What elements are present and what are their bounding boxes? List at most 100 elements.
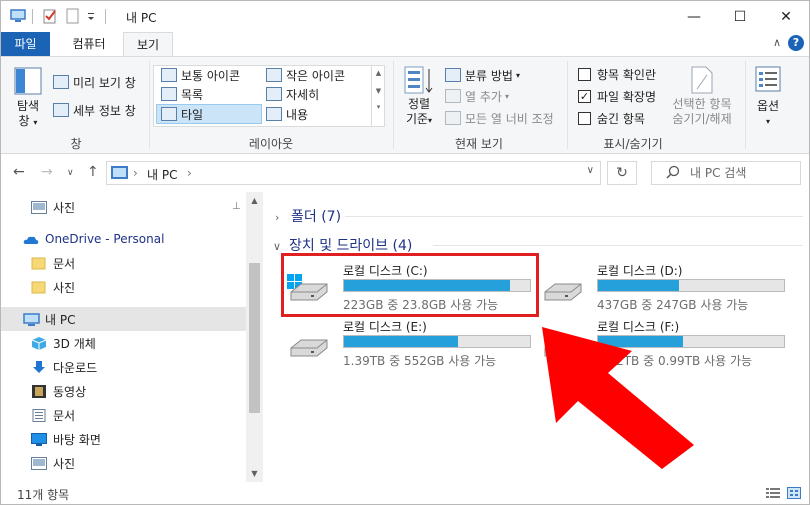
add-columns-icon (445, 89, 461, 103)
layout-details[interactable]: 자세히 (266, 85, 319, 103)
scroll-up-arrow[interactable]: ▲ (246, 196, 263, 205)
details-pane-button[interactable]: 세부 정보 창 (53, 101, 136, 119)
drive-usage-fill (344, 336, 458, 347)
nav-item-label: 사진 (53, 280, 76, 295)
group-by-button[interactable]: 분류 방법 ▾ (445, 66, 520, 84)
nav-pane-scroll-thumb[interactable] (249, 263, 260, 413)
hide-selected-label: 선택한 항목 숨기기/해제 (672, 97, 732, 126)
minimize-button[interactable]: — (671, 1, 717, 32)
layout-label: 작은 아이콘 (286, 68, 346, 83)
options-button[interactable]: 옵션 ▾ (751, 65, 785, 129)
details-pane-label: 세부 정보 창 (73, 103, 136, 118)
nav-item[interactable]: 사진 (1, 195, 246, 219)
scroll-up-icon[interactable]: ▲ (372, 69, 385, 77)
sort-by-button[interactable]: 정렬 기준▾ (399, 65, 439, 128)
nav-item-label: 문서 (53, 408, 76, 423)
close-button[interactable]: ✕ (763, 1, 809, 32)
gallery-expand-icon[interactable]: ▾ (372, 103, 385, 111)
preview-pane-button[interactable]: 미리 보기 창 (53, 73, 136, 91)
hidden-items-toggle[interactable]: 숨긴 항목 (578, 109, 645, 127)
layout-tiles[interactable]: 타일 (161, 105, 203, 123)
drive-tile[interactable]: 로컬 디스크 (D:) 437GB 중 247GB 사용 가능 (541, 262, 786, 318)
devices-section-header[interactable]: ∨ 장치 및 드라이브 (4) (273, 235, 412, 255)
ribbon-view: 탐색 창 ▾ 미리 보기 창 세부 정보 창 창 보통 아이콘 작은 아이콘 목… (1, 56, 809, 154)
item-checkboxes-checkbox[interactable] (578, 67, 591, 81)
options-label: 옵션 (756, 99, 780, 113)
item-checkboxes-toggle[interactable]: 항목 확인란 (578, 65, 656, 83)
hidden-items-label: 숨긴 항목 (597, 111, 645, 126)
layout-content[interactable]: 내용 (266, 105, 308, 123)
tab-computer[interactable]: 컴퓨터 (56, 32, 122, 56)
drive-tile[interactable]: 로컬 디스크 (E:) 1.39TB 중 552GB 사용 가능 (287, 318, 532, 374)
nav-item[interactable]: 다운로드 (1, 355, 246, 379)
quick-access-dropdown-icon[interactable] (85, 8, 97, 24)
item-count: 11개 항목 (17, 488, 70, 502)
search-input[interactable] (690, 165, 795, 181)
nav-item[interactable]: 사진 (1, 275, 246, 299)
navigation-pane: 사진 OneDrive - Personal 문서 사진 내 PC 3D 개체 다운로드 동영… (1, 192, 263, 482)
status-bar: 11개 항목 (1, 482, 809, 504)
file-extensions-toggle[interactable]: ✓ 파일 확장명 (578, 87, 656, 105)
file-extensions-checkbox[interactable]: ✓ (578, 89, 591, 103)
layout-gallery-scroll[interactable]: ▲ ▼ ▾ (371, 65, 385, 127)
drive-space-info: 1.39TB 중 552GB 사용 가능 (343, 354, 497, 368)
nav-item-label: 사진 (53, 200, 76, 215)
hide-selected-button[interactable]: 선택한 항목 숨기기/해제 (665, 65, 739, 127)
hidden-items-checkbox[interactable] (578, 111, 591, 125)
nav-item[interactable]: 문서 (1, 403, 246, 427)
up-button[interactable]: ↑ (87, 164, 99, 180)
nav-item[interactable]: 바탕 화면 (1, 427, 246, 451)
ribbon-separator (745, 61, 746, 149)
add-columns-button[interactable]: 열 추가 ▾ (445, 87, 509, 105)
layout-small-icons[interactable]: 작은 아이콘 (266, 66, 345, 84)
breadcrumb-separator[interactable]: › (133, 166, 138, 180)
forward-button[interactable]: → (41, 164, 53, 180)
back-button[interactable]: ← (13, 164, 25, 180)
address-dropdown-icon[interactable]: ∨ (587, 165, 594, 176)
nav-item[interactable]: 내 PC (1, 307, 246, 331)
layout-large-icons[interactable]: 보통 아이콘 (161, 66, 240, 84)
search-box[interactable] (651, 161, 801, 185)
search-icon (666, 165, 680, 179)
tab-file[interactable]: 파일 (1, 32, 50, 56)
large-icons-view-icon[interactable] (787, 487, 801, 499)
help-button[interactable]: ? (788, 35, 804, 51)
scroll-down-icon[interactable]: ▼ (372, 87, 385, 95)
breadcrumb-this-pc[interactable]: 내 PC (147, 166, 177, 183)
maximize-button[interactable]: ☐ (717, 1, 763, 32)
layout-list[interactable]: 목록 (161, 85, 203, 103)
nav-item[interactable]: 사진 (1, 451, 246, 475)
documents-icon (31, 408, 47, 422)
collapse-ribbon-icon[interactable]: ∧ (773, 36, 781, 49)
new-folder-icon[interactable] (65, 8, 81, 24)
drive-tile[interactable]: 로컬 디스크 (F:) 1.82TB 중 0.99TB 사용 가능 (541, 318, 786, 374)
details-pane-icon (53, 103, 69, 117)
fit-columns-button[interactable]: 모든 열 너비 조정 (445, 109, 554, 127)
navigation-pane-icon (14, 67, 42, 95)
folder-icon (31, 257, 47, 270)
tab-view[interactable]: 보기 (123, 32, 173, 57)
recent-locations-button[interactable]: ∨ (67, 168, 74, 178)
item-checkboxes-label: 항목 확인란 (597, 67, 657, 82)
refresh-button[interactable]: ↻ (607, 161, 637, 185)
nav-item[interactable]: OneDrive - Personal (1, 227, 246, 251)
nav-item[interactable]: 동영상 (1, 379, 246, 403)
address-bar-row: ← → ∨ ↑ › 내 PC › ∨ ↻ (1, 154, 809, 192)
nav-item[interactable]: 3D 개체 (1, 331, 246, 355)
details-view-icon[interactable] (766, 487, 780, 499)
download-icon (31, 360, 47, 374)
properties-icon[interactable] (42, 8, 58, 24)
scroll-down-arrow[interactable]: ▼ (246, 469, 263, 478)
breadcrumb-trail-separator[interactable]: › (187, 166, 192, 180)
address-field[interactable]: › 내 PC › ∨ (106, 161, 601, 185)
onedrive-icon (23, 233, 39, 246)
current-view-group-label: 현재 보기 (455, 137, 503, 151)
navigation-pane-button[interactable]: 탐색 창 ▾ (11, 67, 45, 130)
nav-item[interactable]: 문서 (1, 251, 246, 275)
folders-section-header[interactable]: › 폴더 (7) (275, 206, 341, 226)
nav-item-label: 사진 (53, 456, 76, 471)
drive-name: 로컬 디스크 (E:) (343, 320, 427, 334)
tiles-icon (161, 107, 177, 121)
pc-icon[interactable] (10, 8, 26, 24)
pin-icon[interactable]: ⊥ (232, 201, 241, 212)
